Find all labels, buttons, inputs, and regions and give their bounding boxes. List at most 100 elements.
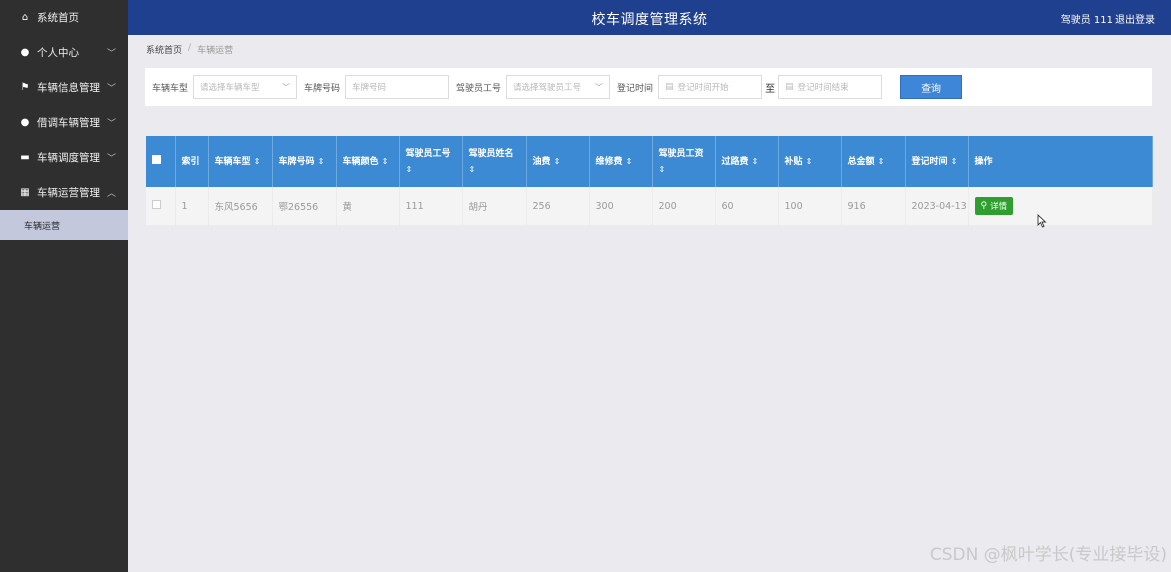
calendar-icon: ▤ bbox=[665, 82, 674, 92]
chevron-down-icon: ﹀ bbox=[282, 83, 291, 92]
cell-driver-salary: 200 bbox=[652, 187, 716, 225]
sidebar-item-vehicle-info[interactable]: ⚑ 车辆信息管理 ﹀ bbox=[0, 70, 128, 105]
col-subsidy[interactable]: 补贴 ⇕ bbox=[778, 136, 842, 187]
app-title: 校车调度管理系统 bbox=[591, 12, 708, 28]
col-label: 登记时间 bbox=[911, 156, 948, 167]
chevron-up-icon: ︿ bbox=[106, 189, 116, 199]
col-driver-name[interactable]: 驾驶员姓名 ⇕ bbox=[462, 136, 527, 187]
col-repair-cost[interactable]: 维修费 ⇕ bbox=[589, 136, 653, 187]
grid-icon: ▦ bbox=[20, 187, 30, 198]
col-index: 索引 bbox=[175, 136, 209, 187]
mouse-cursor-icon bbox=[1037, 214, 1047, 228]
cell-register-date: 2023-04-13 bbox=[905, 187, 969, 225]
row-checkbox[interactable] bbox=[152, 200, 161, 209]
register-date-label: 登记时间 bbox=[617, 83, 654, 94]
table-header-row: 索引 车辆车型 ⇕ 车牌号码 ⇕ 车辆颜色 ⇕ 驾驶员工号 ⇕ 驾驶员姓名 ⇕ 油费… bbox=[146, 136, 1153, 187]
breadcrumb-separator: / bbox=[188, 43, 192, 53]
col-toll-fee[interactable]: 过路费 ⇕ bbox=[715, 136, 779, 187]
search-icon: ⚲ bbox=[980, 201, 988, 211]
detail-button[interactable]: ⚲ 详情 bbox=[974, 197, 1014, 215]
top-header: 校车调度管理系统 驾驶员 111 退出登录 bbox=[128, 0, 1171, 35]
col-label: 车辆车型 bbox=[214, 156, 251, 167]
cell-driver-name: 胡丹 bbox=[462, 187, 527, 225]
cell-total-amount: 916 bbox=[841, 187, 906, 225]
breadcrumb: 系统首页 / 车辆运营 bbox=[146, 43, 233, 56]
col-vehicle-color[interactable]: 车辆颜色 ⇕ bbox=[336, 136, 400, 187]
col-driver-salary[interactable]: 驾驶员工资 ⇕ bbox=[652, 136, 716, 187]
chevron-down-icon: ﹀ bbox=[595, 83, 604, 92]
flag-icon: ⚑ bbox=[20, 82, 30, 93]
col-fuel-cost[interactable]: 油费 ⇕ bbox=[526, 136, 590, 187]
driver-id-label: 驾驶员工号 bbox=[456, 83, 502, 94]
col-label: 补贴 bbox=[784, 156, 803, 167]
sidebar-item-personal-center[interactable]: ● 个人中心 ﹀ bbox=[0, 35, 128, 70]
sort-icon[interactable]: ⇕ bbox=[806, 157, 813, 166]
cell-vehicle-type: 东风5656 bbox=[208, 187, 273, 225]
col-label: 油费 bbox=[532, 156, 551, 167]
cell-index: 1 bbox=[175, 187, 209, 225]
col-total-amount[interactable]: 总金额 ⇕ bbox=[841, 136, 906, 187]
sidebar-item-vehicle-loan[interactable]: ● 借调车辆管理 ﹀ bbox=[0, 105, 128, 140]
sort-icon[interactable]: ⇕ bbox=[469, 165, 476, 174]
sort-icon[interactable]: ⇕ bbox=[318, 157, 325, 166]
driver-id-select[interactable]: 请选择驾驶员工号 ﹀ bbox=[506, 75, 611, 99]
sidebar-item-label: 车辆运营管理 bbox=[37, 187, 100, 199]
register-date-end-input[interactable]: ▤ 登记时间结束 bbox=[778, 75, 883, 99]
vehicle-type-label: 车辆车型 bbox=[152, 83, 189, 94]
sort-icon[interactable]: ⇕ bbox=[951, 157, 958, 166]
cell-fuel-cost: 256 bbox=[526, 187, 590, 225]
logout-link[interactable]: 退出登录 bbox=[1115, 11, 1155, 26]
plate-number-label: 车牌号码 bbox=[304, 83, 341, 94]
col-plate-number[interactable]: 车牌号码 ⇕ bbox=[272, 136, 337, 187]
col-label: 驾驶员工号 bbox=[405, 148, 451, 159]
sort-icon[interactable]: ⇕ bbox=[626, 157, 633, 166]
user-icon: ● bbox=[20, 47, 30, 58]
chevron-down-icon: ﹀ bbox=[106, 84, 116, 94]
sidebar-item-vehicle-dispatch[interactable]: ▬ 车辆调度管理 ﹀ bbox=[0, 140, 128, 175]
plate-number-input[interactable]: 车牌号码 bbox=[345, 75, 450, 99]
query-button[interactable]: 查询 bbox=[900, 75, 963, 99]
col-index-label: 索引 bbox=[181, 156, 200, 167]
sidebar-subitem-vehicle-operation[interactable]: 车辆运营 bbox=[0, 210, 128, 240]
col-driver-id[interactable]: 驾驶员工号 ⇕ bbox=[399, 136, 463, 187]
home-icon: ⌂ bbox=[21, 12, 29, 23]
col-label: 驾驶员工资 bbox=[658, 148, 704, 159]
col-vehicle-type[interactable]: 车辆车型 ⇕ bbox=[208, 136, 273, 187]
current-user: 驾驶员 111 bbox=[1060, 15, 1113, 26]
col-actions: 操作 bbox=[968, 136, 1153, 187]
vehicle-type-select[interactable]: 请选择车辆车型 ﹀ bbox=[193, 75, 298, 99]
col-label: 维修费 bbox=[595, 156, 623, 167]
briefcase-icon: ▬ bbox=[20, 152, 30, 163]
user-icon: ● bbox=[20, 117, 30, 128]
plate-number-placeholder: 车牌号码 bbox=[352, 83, 387, 93]
sidebar-item-vehicle-operation[interactable]: ▦ 车辆运营管理 ︿ bbox=[0, 175, 128, 210]
sidebar-item-home[interactable]: ⌂ 系统首页 bbox=[0, 0, 128, 35]
cell-plate-number: 鄂26556 bbox=[272, 187, 337, 225]
data-table: 索引 车辆车型 ⇕ 车牌号码 ⇕ 车辆颜色 ⇕ 驾驶员工号 ⇕ 驾驶员姓名 ⇕ 油费… bbox=[146, 136, 1153, 225]
col-register-date[interactable]: 登记时间 ⇕ bbox=[905, 136, 969, 187]
cell-subsidy: 100 bbox=[778, 187, 842, 225]
cell-driver-id: 111 bbox=[399, 187, 463, 225]
sort-icon[interactable]: ⇕ bbox=[254, 157, 261, 166]
watermark: CSDN @枫叶学长(专业接毕设) bbox=[929, 545, 1167, 565]
chevron-down-icon: ﹀ bbox=[106, 119, 116, 129]
table-row: 1 东风5656 鄂26556 黄 111 胡丹 256 300 200 60 … bbox=[146, 187, 1153, 225]
sidebar: ⌂ 系统首页 ● 个人中心 ﹀ ⚑ 车辆信息管理 ﹀ ● 借调车辆管理 ﹀ ▬ … bbox=[0, 0, 128, 572]
col-label: 过路费 bbox=[721, 156, 749, 167]
sort-icon[interactable]: ⇕ bbox=[382, 157, 389, 166]
col-label: 操作 bbox=[974, 156, 993, 167]
col-label: 驾驶员姓名 bbox=[468, 148, 514, 159]
col-label: 车辆颜色 bbox=[342, 156, 379, 167]
search-panel: 车辆车型 请选择车辆车型 ﹀ 车牌号码 车牌号码 驾驶员工号 请选择驾驶员工号 … bbox=[145, 68, 1152, 106]
register-date-start-input[interactable]: ▤ 登记时间开始 bbox=[658, 75, 763, 99]
sidebar-item-label: 系统首页 bbox=[37, 12, 79, 24]
sort-icon[interactable]: ⇕ bbox=[752, 157, 759, 166]
breadcrumb-home[interactable]: 系统首页 bbox=[146, 43, 182, 56]
sort-icon[interactable]: ⇕ bbox=[554, 157, 561, 166]
cell-toll-fee: 60 bbox=[715, 187, 779, 225]
sidebar-item-label: 车辆调度管理 bbox=[37, 152, 100, 164]
sort-icon[interactable]: ⇕ bbox=[659, 165, 666, 174]
sort-icon[interactable]: ⇕ bbox=[406, 165, 413, 174]
sort-icon[interactable]: ⇕ bbox=[878, 157, 885, 166]
select-all-checkbox[interactable] bbox=[152, 154, 161, 164]
